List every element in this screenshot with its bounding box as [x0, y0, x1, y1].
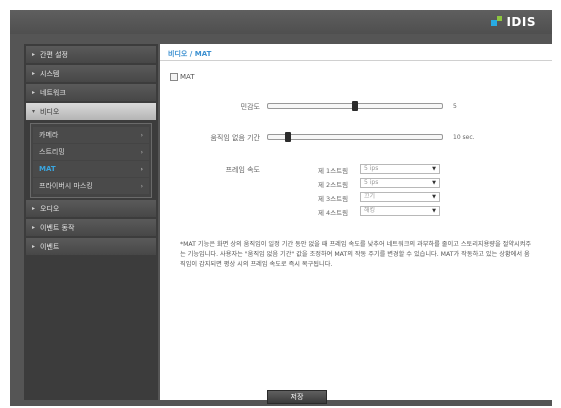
- submenu-item-label: 카메라: [39, 131, 59, 139]
- inactivity-label: 움직임 없음 기간: [210, 134, 260, 142]
- chevron-right-icon: ›: [140, 131, 143, 139]
- submenu-item-label: MAT: [39, 165, 56, 173]
- dropdown-arrow-icon: ▼: [432, 208, 436, 214]
- submenu-item-streaming[interactable]: 스트리밍 ›: [33, 144, 149, 160]
- dropdown-arrow-icon: ▼: [432, 166, 436, 172]
- top-bar: IDIS: [10, 10, 552, 34]
- mat-description-note: *MAT 기능은 화면 상의 움직임이 일정 기간 동안 없을 때 프레임 속도…: [180, 241, 532, 268]
- submenu-item-label: 스트리밍: [39, 148, 65, 156]
- breadcrumb: 비디오 / MAT: [168, 50, 212, 58]
- inactivity-slider[interactable]: [267, 132, 443, 142]
- inactivity-value: 10 sec.: [453, 134, 475, 141]
- stream-4-select[interactable]: 해킹 ▼: [360, 206, 440, 216]
- mat-checkbox[interactable]: [170, 73, 178, 81]
- inactivity-slider-thumb[interactable]: [285, 132, 291, 142]
- caret-right-icon: ▸: [32, 243, 36, 250]
- stream-3-value: 끄기: [364, 193, 376, 200]
- sidebar-item-network[interactable]: ▸ 네트워크: [26, 84, 156, 101]
- sidebar-item-label: 비디오: [40, 107, 60, 116]
- sidebar-item-event[interactable]: ▸ 이벤트: [26, 238, 156, 255]
- stream-4-label: 제 4스트림: [318, 209, 349, 217]
- divider: [160, 60, 552, 61]
- submenu-item-label: 프라이버시 마스킹: [39, 182, 93, 190]
- sensitivity-value: 5: [453, 103, 457, 110]
- sidebar-item-label: 이벤트 동작: [40, 223, 75, 232]
- stream-3-select[interactable]: 끄기 ▼: [360, 192, 440, 202]
- sidebar-item-audio[interactable]: ▸ 오디오: [26, 200, 156, 217]
- submenu-item-privacy-masking[interactable]: 프라이버시 마스킹 ›: [33, 178, 149, 194]
- caret-right-icon: ▸: [32, 205, 36, 212]
- sidebar-item-quick-setup[interactable]: ▸ 간편 설정: [26, 46, 156, 63]
- stream-1-value: 5 ips: [364, 165, 379, 172]
- sidebar-item-label: 오디오: [40, 204, 60, 213]
- frame-rate-label: 프레임 속도: [225, 166, 260, 174]
- stream-3-label: 제 3스트림: [318, 195, 349, 203]
- caret-down-icon: ▾: [32, 108, 36, 115]
- stream-2-select[interactable]: 5 ips ▼: [360, 178, 440, 188]
- sidebar-item-event-action[interactable]: ▸ 이벤트 동작: [26, 219, 156, 236]
- stream-1-label: 제 1스트림: [318, 167, 349, 175]
- submenu-item-camera[interactable]: 카메라 ›: [33, 127, 149, 143]
- save-button[interactable]: 저장: [267, 390, 327, 404]
- idis-logo: IDIS: [491, 15, 536, 29]
- sidebar-item-label: 네트워크: [40, 88, 66, 97]
- content-panel: 비디오 / MAT MAT 민감도 5 움직임 없음 기간 10 sec. 프레…: [160, 44, 552, 400]
- sensitivity-slider[interactable]: [267, 101, 443, 111]
- caret-right-icon: ▸: [32, 89, 36, 96]
- chevron-right-icon: ›: [140, 148, 143, 156]
- chevron-right-icon: ›: [140, 182, 143, 190]
- sidebar-item-label: 간편 설정: [40, 50, 68, 59]
- mat-checkbox-row[interactable]: MAT: [170, 73, 195, 81]
- sidebar-item-system[interactable]: ▸ 시스템: [26, 65, 156, 82]
- stream-2-value: 5 ips: [364, 179, 379, 186]
- logo-mark-icon: [491, 16, 503, 28]
- logo-text: IDIS: [506, 15, 536, 29]
- caret-right-icon: ▸: [32, 51, 36, 58]
- sidebar-item-label: 이벤트: [40, 242, 60, 251]
- stream-4-value: 해킹: [364, 207, 376, 214]
- app-window: IDIS ▸ 간편 설정 ▸ 시스템 ▸ 네트워크 ▾ 비디오 카메라 › 스트…: [10, 10, 552, 406]
- caret-right-icon: ▸: [32, 70, 36, 77]
- stream-1-select[interactable]: 5 ips ▼: [360, 164, 440, 174]
- submenu-item-mat[interactable]: MAT ›: [33, 161, 149, 177]
- sensitivity-slider-thumb[interactable]: [352, 101, 358, 111]
- sidebar-item-video[interactable]: ▾ 비디오: [26, 103, 156, 120]
- dropdown-arrow-icon: ▼: [432, 194, 436, 200]
- chevron-right-icon: ›: [140, 165, 143, 173]
- sidebar: ▸ 간편 설정 ▸ 시스템 ▸ 네트워크 ▾ 비디오 카메라 › 스트리밍 › …: [24, 44, 158, 400]
- dropdown-arrow-icon: ▼: [432, 180, 436, 186]
- video-submenu: 카메라 › 스트리밍 › MAT › 프라이버시 마스킹 ›: [30, 123, 152, 198]
- sidebar-item-label: 시스템: [40, 69, 60, 78]
- sensitivity-label: 민감도: [240, 103, 260, 111]
- mat-checkbox-label: MAT: [180, 73, 195, 81]
- stream-2-label: 제 2스트림: [318, 181, 349, 189]
- caret-right-icon: ▸: [32, 224, 36, 231]
